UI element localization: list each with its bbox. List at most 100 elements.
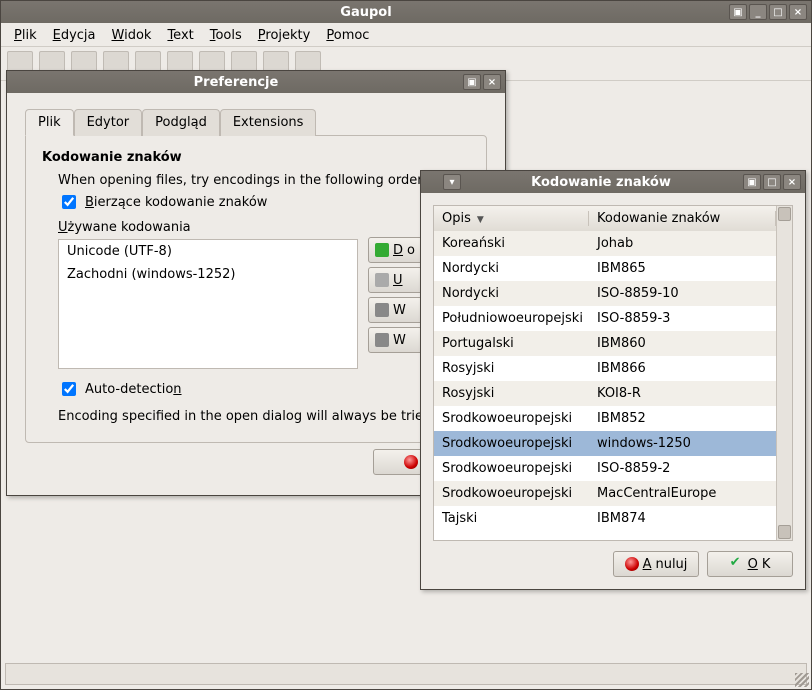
cell-encoding: IBM866	[589, 361, 776, 376]
close-icon[interactable]: ×	[783, 174, 801, 190]
cell-description: Środkowoeuropejski	[434, 486, 589, 501]
cell-description: Tajski	[434, 511, 589, 526]
section-heading: Kodowanie znaków	[42, 150, 470, 165]
opening-order-text: When opening files, try encodings in the…	[58, 173, 470, 188]
plus-icon	[375, 243, 389, 257]
table-row[interactable]: RosyjskiKOI8-R	[434, 381, 776, 406]
cell-description: Środkowoeuropejski	[434, 436, 589, 451]
table-row[interactable]: ŚrodkowoeuropejskiIBM852	[434, 406, 776, 431]
table-row[interactable]: ŚrodkowoeuropejskiMacCentralEurope	[434, 481, 776, 506]
used-encodings-list[interactable]: Unicode (UTF-8)Zachodni (windows-1252)	[58, 239, 358, 369]
sort-indicator-icon: ▼	[477, 215, 484, 225]
encoding-table: Opis▼ Kodowanie znaków KoreańskiJohabNor…	[433, 205, 793, 541]
roll-up-icon[interactable]: ▾	[443, 174, 461, 190]
table-row[interactable]: NordyckiISO-8859-10	[434, 281, 776, 306]
table-header[interactable]: Opis▼ Kodowanie znaków	[434, 206, 776, 231]
menu-edycja[interactable]: Edycja	[46, 26, 103, 45]
menu-tools[interactable]: Tools	[203, 26, 249, 45]
current-encoding-label: Bierzące kodowanie znaków	[85, 195, 267, 210]
menu-text[interactable]: Text	[160, 26, 200, 45]
table-row[interactable]: TajskiIBM874	[434, 506, 776, 531]
close-icon[interactable]: ×	[483, 74, 501, 90]
table-row[interactable]: KoreańskiJohab	[434, 231, 776, 256]
menu-projekty[interactable]: Projekty	[251, 26, 318, 45]
tab-edytor[interactable]: Edytor	[74, 109, 143, 136]
current-encoding-check-input[interactable]	[62, 195, 76, 209]
table-row[interactable]: RosyjskiIBM866	[434, 356, 776, 381]
maximize-icon[interactable]: □	[763, 174, 781, 190]
close-icon[interactable]: ×	[789, 4, 807, 20]
column-encoding[interactable]: Kodowanie znaków	[589, 211, 776, 226]
cell-encoding: IBM852	[589, 411, 776, 426]
arrow-up-icon	[375, 303, 389, 317]
cell-description: Rosyjski	[434, 386, 589, 401]
statusbar	[5, 663, 807, 685]
preferences-title: Preferencje	[11, 75, 461, 90]
menubar: PlikEdycjaWidokTextToolsProjektyPomoc	[1, 25, 811, 47]
used-encodings-label: Używane kodowania	[58, 220, 470, 235]
menu-pomoc[interactable]: Pomoc	[319, 26, 376, 45]
encoding-treeview[interactable]: Opis▼ Kodowanie znaków KoreańskiJohabNor…	[434, 206, 776, 540]
ok-button[interactable]: OK	[707, 551, 793, 577]
tab-panel-file: Kodowanie znaków When opening files, try…	[25, 135, 487, 443]
main-titlebar: Gaupol ▣ _ □ ×	[1, 1, 811, 23]
cell-description: Środkowoeuropejski	[434, 461, 589, 476]
arrow-down-icon	[375, 333, 389, 347]
cell-description: Środkowoeuropejski	[434, 411, 589, 426]
cell-encoding: IBM874	[589, 511, 776, 526]
cancel-icon	[404, 455, 418, 469]
cell-description: Południowoeuropejski	[434, 311, 589, 326]
encoding-chooser-title: Kodowanie znaków	[461, 175, 741, 190]
maximize-icon[interactable]: □	[769, 4, 787, 20]
vertical-scrollbar[interactable]	[776, 206, 792, 540]
encoding-chooser-titlebar: ▾ Kodowanie znaków ▣ □ ×	[421, 171, 805, 193]
cell-encoding: ISO-8859-3	[589, 311, 776, 326]
list-item[interactable]: Unicode (UTF-8)	[59, 240, 357, 263]
scroll-down-button[interactable]	[778, 525, 791, 539]
minimize-icon[interactable]: _	[749, 4, 767, 20]
encoding-note: Encoding specified in the open dialog wi…	[58, 409, 470, 424]
current-encoding-checkbox[interactable]: Bierzące kodowanie znaków	[58, 192, 470, 212]
roll-up-icon[interactable]: ▣	[743, 174, 761, 190]
tab-podgląd[interactable]: Podgląd	[142, 109, 220, 136]
encoding-chooser-body: Opis▼ Kodowanie znaków KoreańskiJohabNor…	[421, 193, 805, 589]
table-row[interactable]: Środkowoeuropejskiwindows-1250	[434, 431, 776, 456]
cell-encoding: KOI8-R	[589, 386, 776, 401]
column-description[interactable]: Opis▼	[434, 211, 589, 226]
cancel-icon	[625, 557, 639, 571]
cell-encoding: ISO-8859-2	[589, 461, 776, 476]
table-row[interactable]: PołudniowoeuropejskiISO-8859-3	[434, 306, 776, 331]
encoding-chooser-window: ▾ Kodowanie znaków ▣ □ × Opis▼ Kodowanie…	[420, 170, 806, 590]
roll-up-icon[interactable]: ▣	[729, 4, 747, 20]
ok-icon	[730, 557, 744, 571]
preferences-titlebar: Preferencje ▣ ×	[7, 71, 505, 93]
cell-description: Portugalski	[434, 336, 589, 351]
cell-encoding: IBM865	[589, 261, 776, 276]
preferences-tabs: PlikEdytorPodglądExtensions	[25, 109, 487, 136]
cell-encoding: Johab	[589, 236, 776, 251]
table-row[interactable]: NordyckiIBM865	[434, 256, 776, 281]
auto-detection-label: Auto-detection	[85, 382, 182, 397]
cell-encoding: windows-1250	[589, 436, 776, 451]
table-row[interactable]: PortugalskiIBM860	[434, 331, 776, 356]
cell-encoding: ISO-8859-10	[589, 286, 776, 301]
auto-detection-check-input[interactable]	[62, 382, 76, 396]
cell-description: Koreański	[434, 236, 589, 251]
tab-plik[interactable]: Plik	[25, 109, 74, 136]
resize-grip[interactable]	[795, 673, 809, 687]
cell-encoding: IBM860	[589, 336, 776, 351]
menu-widok[interactable]: Widok	[105, 26, 159, 45]
minus-icon	[375, 273, 389, 287]
menu-plik[interactable]: Plik	[7, 26, 44, 45]
auto-detection-checkbox[interactable]: Auto-detection	[58, 379, 470, 399]
cancel-button[interactable]: Anuluj	[613, 551, 699, 577]
tab-extensions[interactable]: Extensions	[220, 109, 317, 136]
cell-encoding: MacCentralEurope	[589, 486, 776, 501]
main-title: Gaupol	[5, 5, 727, 20]
scroll-up-button[interactable]	[778, 207, 791, 221]
table-row[interactable]: ŚrodkowoeuropejskiISO-8859-2	[434, 456, 776, 481]
list-item[interactable]: Zachodni (windows-1252)	[59, 263, 357, 286]
cell-description: Nordycki	[434, 261, 589, 276]
cell-description: Nordycki	[434, 286, 589, 301]
roll-up-icon[interactable]: ▣	[463, 74, 481, 90]
